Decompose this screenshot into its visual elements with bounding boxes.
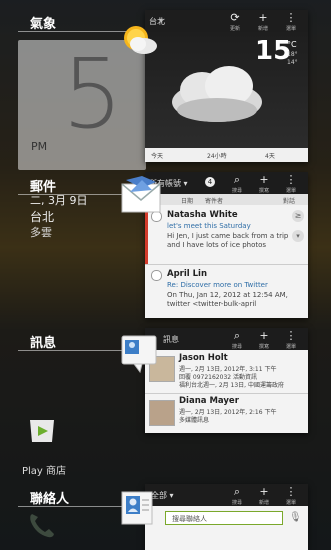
mail-subject: let's meet this Saturday	[167, 222, 251, 230]
play-store-label[interactable]: Play 商店	[22, 462, 66, 477]
avatar	[149, 400, 175, 426]
clock-city: 台北	[30, 210, 55, 224]
messages-panel[interactable]: 訊息 ⌕ 搜尋 + 撰寫 ⋮ 選單 Jason Holt 週一, 2月 13日,…	[145, 328, 308, 433]
tab-4days[interactable]: 4天	[265, 151, 275, 160]
mail-sort-tabs: 日期 寄件者 對話	[145, 194, 308, 205]
menu-label: 選單	[285, 500, 296, 506]
overflow-menu-icon: ⋮	[285, 173, 297, 186]
messages-compose-button[interactable]: + 撰寫	[252, 330, 276, 353]
clock-hour: 5	[62, 38, 124, 150]
category-label-contacts: 聯絡人	[30, 492, 70, 507]
star-icon[interactable]: ≥	[292, 210, 304, 222]
tab-date[interactable]: 日期	[181, 196, 193, 205]
phone-icon[interactable]	[26, 510, 56, 540]
list-item[interactable]: Diana Mayer 週一, 2月 13日, 2012年, 2:16 下午 多…	[145, 394, 308, 432]
temperature-low: 14°	[287, 59, 298, 66]
chevron-down-icon: ▾	[183, 179, 188, 188]
plus-icon: +	[258, 11, 268, 24]
weather-display: 15 °C 18° 14°	[145, 32, 308, 148]
contacts-menu-button[interactable]: ⋮ 選單	[279, 486, 303, 509]
plus-icon: +	[259, 329, 269, 342]
category-label-weather: 氣象	[30, 17, 57, 32]
list-item[interactable]: April Lin Re: Discover more on Twitter O…	[145, 265, 308, 318]
messages-search-button[interactable]: ⌕ 搜尋	[225, 330, 249, 353]
refresh-icon: ⟳	[230, 11, 240, 24]
contacts-toolbar: 全部 ▾ ⌕ 搜尋 + 新增 ⋮ 選單	[145, 484, 308, 506]
clock-ampm: PM	[31, 140, 48, 153]
message-sender: Jason Holt	[179, 353, 228, 363]
search-icon: ⌕	[233, 329, 241, 342]
mail-sender: April Lin	[167, 269, 208, 279]
chevron-down-icon: ▾	[159, 16, 164, 25]
mail-preview: On Thu, Jan 12, 2012 at 12:54 AM, twitte…	[167, 291, 288, 308]
search-icon: ⌕	[233, 485, 241, 498]
chevron-down-icon[interactable]: ▾	[292, 230, 304, 242]
tab-24hours[interactable]: 24小時	[207, 151, 227, 160]
overflow-menu-icon: ⋮	[285, 485, 297, 498]
overflow-menu-icon: ⋮	[285, 11, 297, 24]
temperature: 15	[255, 36, 292, 66]
weather-app-icon[interactable]	[118, 20, 158, 60]
tab-today[interactable]: 今天	[151, 151, 163, 160]
microphone-icon[interactable]: 🎙	[289, 512, 302, 523]
tab-sender[interactable]: 寄件者	[205, 196, 223, 205]
mail-sender: Natasha White	[167, 210, 238, 220]
mail-subject: Re: Discover more on Twitter	[167, 281, 268, 289]
message-preview: 多媒體訊息	[179, 417, 210, 424]
message-sender: Diana Mayer	[179, 396, 239, 406]
category-label-messages: 訊息	[30, 336, 57, 351]
cloudy-weather-icon	[172, 66, 262, 122]
contacts-search-button[interactable]: ⌕ 搜尋	[225, 486, 249, 509]
weather-tab-bar: 今天 24小時 4天	[145, 148, 308, 162]
category-label-mail: 郵件	[30, 180, 57, 195]
mail-toolbar: 所有帳號 ▾ 4 ⌕ 搜尋 + 撰寫 ⋮ 選單	[145, 172, 308, 194]
tab-conversation[interactable]: 對話	[283, 196, 295, 205]
contacts-search-input[interactable]: 搜尋聯絡人	[165, 511, 283, 525]
list-item[interactable]: Natasha White let's meet this Saturday H…	[145, 206, 308, 265]
plus-icon: +	[259, 173, 269, 186]
plus-icon: +	[259, 485, 269, 498]
clock-condition: 多雲	[30, 226, 52, 239]
overflow-menu-icon: ⋮	[285, 329, 297, 342]
unread-count-badge: 4	[205, 177, 215, 187]
temperature-unit: °C	[287, 40, 297, 49]
mail-preview: Hi Jen, I just came back from a trip and…	[167, 232, 289, 249]
divider	[18, 350, 128, 351]
divider	[18, 194, 128, 195]
message-preview-2: 福利台北週一, 2月 13日, 中國運籌政府	[179, 382, 284, 389]
contacts-panel[interactable]: 全部 ▾ ⌕ 搜尋 + 新增 ⋮ 選單 搜尋聯絡人 🎙	[145, 484, 308, 550]
contacts-add-button[interactable]: + 新增	[252, 486, 276, 509]
contacts-app-icon[interactable]	[118, 490, 158, 530]
list-item[interactable]: Jason Holt 週一, 2月 13日, 2012年, 3:11 下午 回覆…	[145, 351, 308, 394]
messages-menu-button[interactable]: ⋮ 選單	[279, 330, 303, 353]
weather-toolbar: 台北 ▾ ⟳ 更新 + 新增 ⋮ 選單	[145, 10, 308, 32]
weather-panel[interactable]: 台北 ▾ ⟳ 更新 + 新增 ⋮ 選單 15 °C 18° 14° 今天 24小…	[145, 10, 308, 162]
temperature-high: 18°	[287, 51, 298, 58]
select-checkbox[interactable]	[151, 270, 162, 281]
chevron-down-icon: ▾	[169, 491, 174, 500]
search-label: 搜尋	[231, 500, 242, 506]
play-store-icon[interactable]	[26, 414, 58, 446]
messages-title: 訊息	[163, 335, 179, 344]
search-icon: ⌕	[233, 173, 241, 186]
mail-app-icon[interactable]	[120, 174, 164, 218]
add-label: 新增	[258, 500, 269, 506]
divider	[18, 506, 128, 507]
recent-widgets-screen: 氣象 5 PM 二, 3月 9日 台北 多雲 台北 ▾ ⟳ 更新 + 新增 ⋮ …	[0, 0, 331, 550]
messages-toolbar: 訊息 ⌕ 搜尋 + 撰寫 ⋮ 選單	[145, 328, 308, 350]
messages-app-icon[interactable]	[120, 334, 160, 374]
mail-panel[interactable]: 所有帳號 ▾ 4 ⌕ 搜尋 + 撰寫 ⋮ 選單 日期 寄件者 對話 Natash…	[145, 172, 308, 318]
